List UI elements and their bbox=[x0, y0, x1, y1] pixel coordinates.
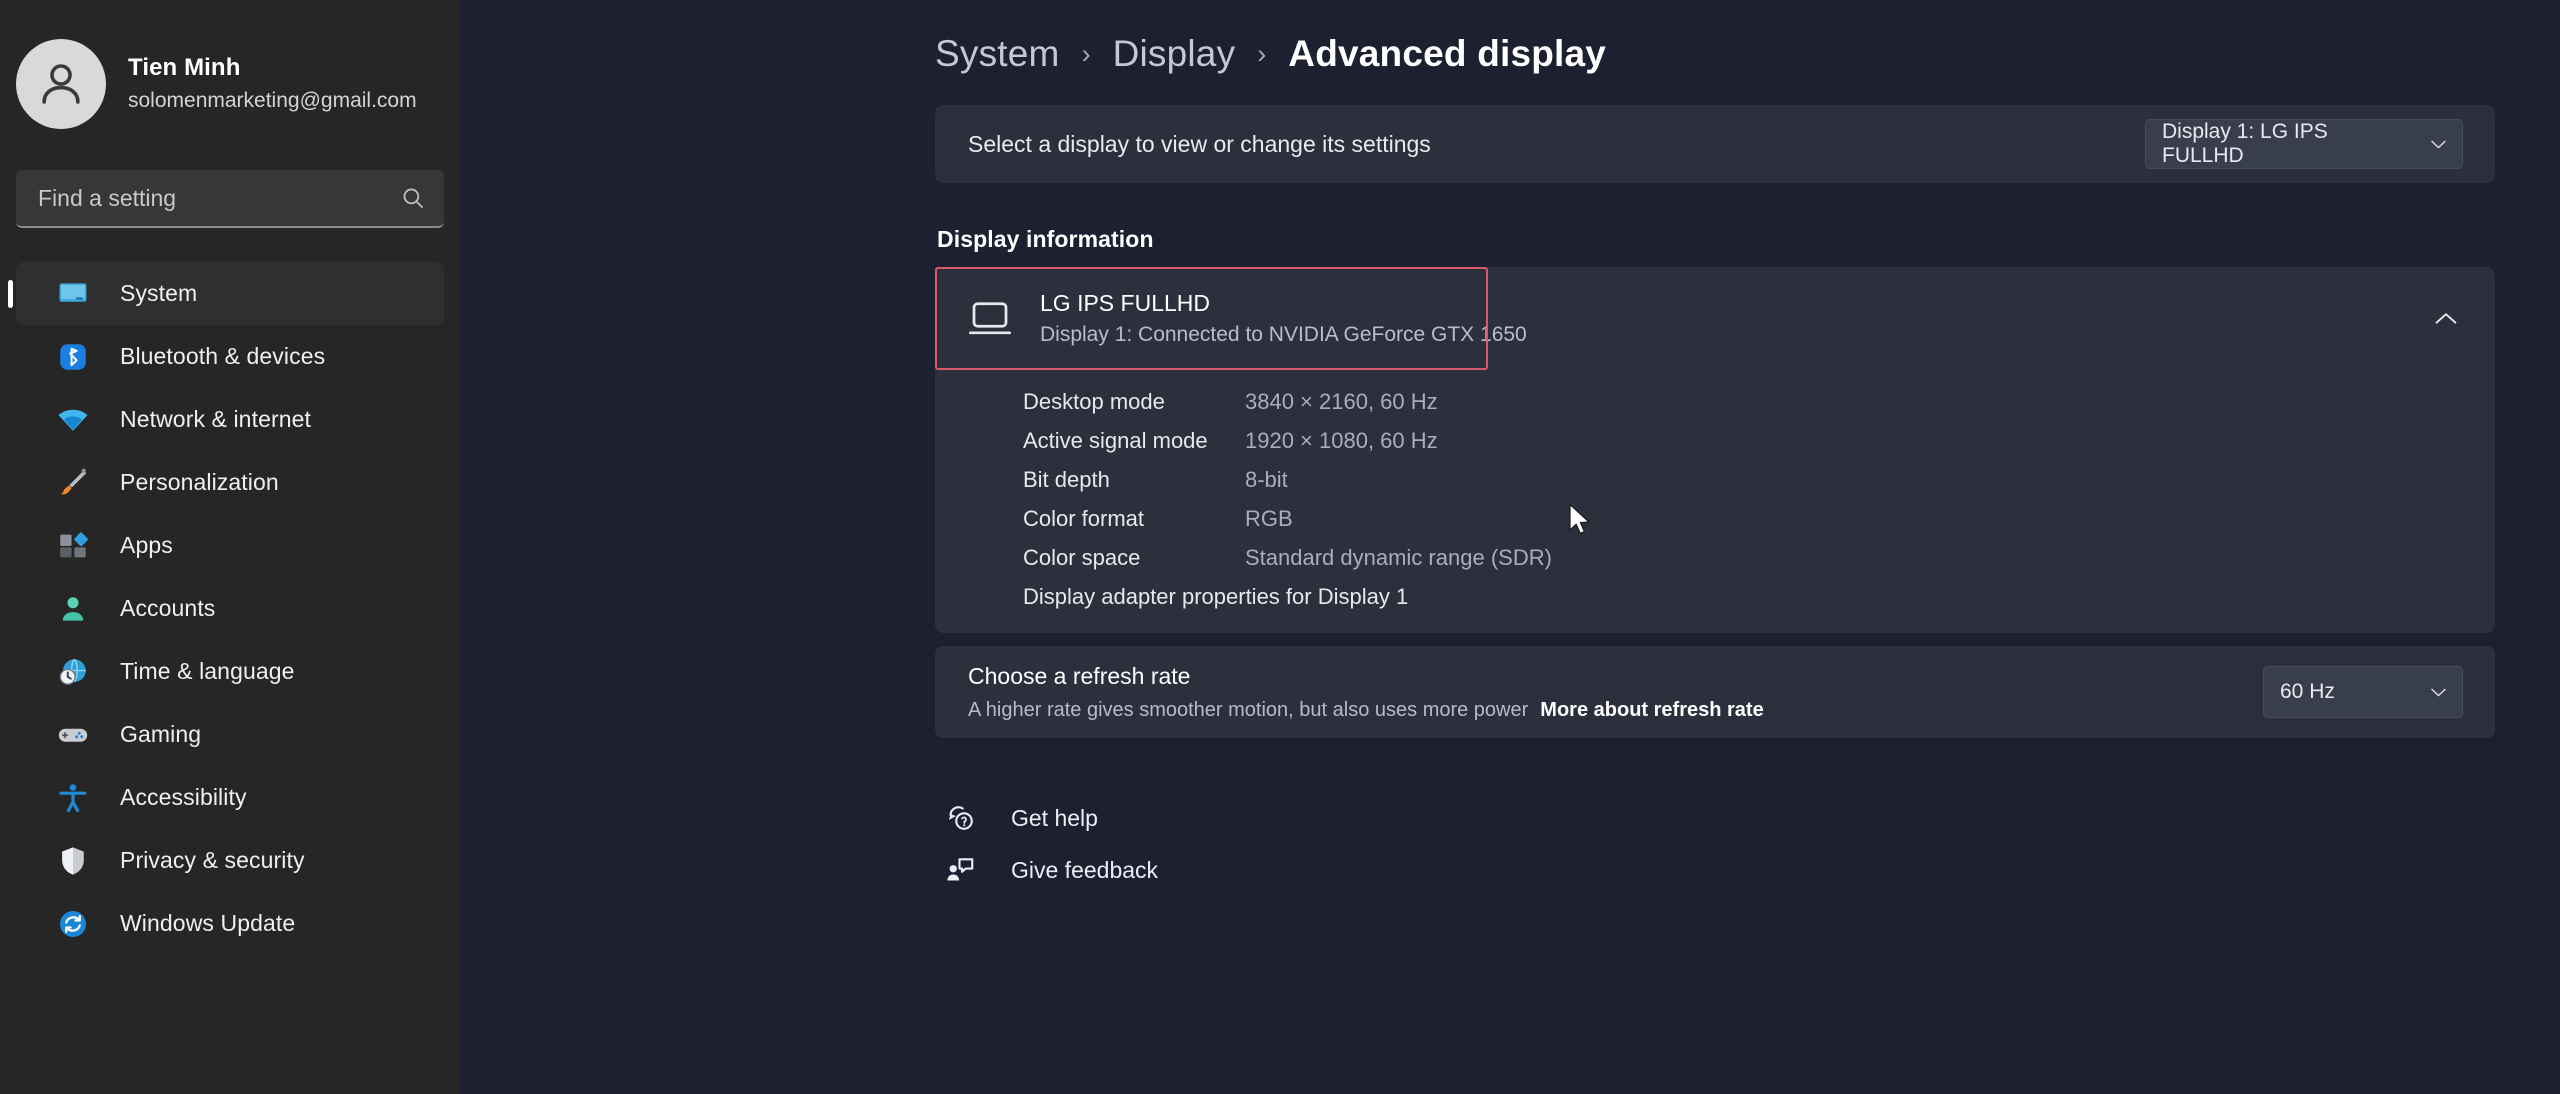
sidebar-item-label: Personalization bbox=[120, 469, 279, 495]
main-content: System › Display › Advanced display Sele… bbox=[460, 0, 2560, 1094]
help-icon bbox=[943, 803, 977, 833]
gamepad-icon bbox=[54, 718, 92, 752]
display-information-card[interactable]: LG IPS FULLHD Display 1: Connected to NV… bbox=[935, 267, 2495, 370]
detail-row: Color space Standard dynamic range (SDR) bbox=[935, 538, 2495, 577]
detail-row: Color format RGB bbox=[935, 499, 2495, 538]
detail-key: Color format bbox=[1023, 505, 1145, 531]
footer-link-label: Give feedback bbox=[1011, 856, 1159, 883]
sidebar-item-label: System bbox=[120, 280, 198, 306]
sidebar-item-privacy-security[interactable]: Privacy & security bbox=[16, 829, 444, 892]
update-icon bbox=[54, 907, 92, 941]
chevron-right-icon: › bbox=[1081, 39, 1091, 69]
breadcrumb-display[interactable]: Display bbox=[1113, 33, 1236, 75]
select-display-label: Select a display to view or change its s… bbox=[968, 130, 1431, 157]
footer-link-label: Get help bbox=[1011, 804, 1098, 831]
display-adapter-properties-link[interactable]: Display adapter properties for Display 1 bbox=[935, 577, 2495, 617]
sidebar-item-time-language[interactable]: Time & language bbox=[16, 640, 444, 703]
detail-value: Standard dynamic range (SDR) bbox=[1245, 544, 1552, 570]
detail-key: Bit depth bbox=[1023, 466, 1110, 492]
sidebar-item-gaming[interactable]: Gaming bbox=[16, 703, 444, 766]
display-name: LG IPS FULLHD bbox=[1040, 290, 1210, 316]
detail-value: 3840 × 2160, 60 Hz bbox=[1245, 388, 1438, 414]
detail-value: 1920 × 1080, 60 Hz bbox=[1245, 427, 1438, 453]
content-column: Select a display to view or change its s… bbox=[935, 105, 2495, 896]
detail-key: Desktop mode bbox=[1023, 388, 1165, 414]
display-select-dropdown[interactable]: Display 1: LG IPS FULLHD bbox=[2145, 119, 2463, 169]
sidebar-item-label: Apps bbox=[120, 532, 173, 558]
detail-row: Bit depth 8-bit bbox=[935, 460, 2495, 499]
collapse-display-info-button[interactable] bbox=[2423, 296, 2469, 342]
footer-links: Get help Give feedback bbox=[935, 792, 2495, 896]
detail-value: RGB bbox=[1245, 505, 1293, 531]
sidebar-item-label: Gaming bbox=[120, 721, 202, 747]
sidebar-item-accessibility[interactable]: Accessibility bbox=[16, 766, 444, 829]
bluetooth-icon bbox=[54, 340, 92, 374]
sidebar-item-label: Bluetooth & devices bbox=[120, 343, 326, 369]
more-about-refresh-rate-link[interactable]: More about refresh rate bbox=[1540, 699, 1763, 722]
settings-window: Tien Minh solomenmarketing@gmail.com Fin… bbox=[0, 0, 2560, 1094]
chevron-right-icon: › bbox=[1257, 39, 1267, 69]
display-connection: Display 1: Connected to NVIDIA GeForce G… bbox=[1040, 323, 1527, 346]
display-select-value: Display 1: LG IPS FULLHD bbox=[2162, 120, 2328, 167]
shield-icon bbox=[54, 844, 92, 878]
apps-icon bbox=[54, 529, 92, 563]
search-icon[interactable] bbox=[400, 185, 426, 211]
sidebar-item-label: Windows Update bbox=[120, 910, 296, 936]
monitor-icon bbox=[54, 277, 92, 311]
monitor-icon bbox=[968, 299, 1014, 339]
breadcrumb-system[interactable]: System bbox=[935, 33, 1060, 75]
refresh-rate-value: 60 Hz bbox=[2280, 680, 2335, 703]
sidebar-item-label: Accessibility bbox=[120, 784, 247, 810]
refresh-rate-dropdown[interactable]: 60 Hz bbox=[2263, 666, 2463, 718]
sidebar-item-apps[interactable]: Apps bbox=[16, 514, 444, 577]
wifi-icon bbox=[54, 403, 92, 437]
sidebar-nav: System Bluetooth & devices Network & int… bbox=[0, 262, 460, 955]
display-information-heading: Display information bbox=[937, 226, 1154, 252]
refresh-rate-title: Choose a refresh rate bbox=[968, 662, 1191, 689]
detail-value: 8-bit bbox=[1245, 466, 1288, 492]
chevron-down-icon bbox=[2431, 140, 2446, 148]
detail-row: Desktop mode 3840 × 2160, 60 Hz bbox=[935, 382, 2495, 421]
accessibility-icon bbox=[54, 781, 92, 815]
search-input[interactable] bbox=[38, 184, 400, 212]
refresh-rate-card: Choose a refresh rate A higher rate give… bbox=[935, 646, 2495, 738]
sidebar-item-windows-update[interactable]: Windows Update bbox=[16, 892, 444, 955]
paintbrush-icon bbox=[54, 466, 92, 500]
account-block[interactable]: Tien Minh solomenmarketing@gmail.com bbox=[0, 22, 460, 132]
account-name: Tien Minh bbox=[128, 54, 241, 82]
sidebar-item-accounts[interactable]: Accounts bbox=[16, 577, 444, 640]
sidebar-item-label: Network & internet bbox=[120, 406, 311, 432]
refresh-rate-description: A higher rate gives smoother motion, but… bbox=[968, 698, 1529, 721]
page-title: Advanced display bbox=[1288, 33, 1607, 74]
sidebar: Tien Minh solomenmarketing@gmail.com Fin… bbox=[0, 0, 460, 1094]
detail-key: Color space bbox=[1023, 544, 1141, 570]
sidebar-item-system[interactable]: System bbox=[16, 262, 444, 325]
avatar bbox=[16, 39, 106, 129]
select-display-card: Select a display to view or change its s… bbox=[935, 105, 2495, 183]
get-help-link[interactable]: Get help bbox=[935, 792, 2495, 844]
sidebar-item-bluetooth-devices[interactable]: Bluetooth & devices bbox=[16, 325, 444, 388]
feedback-icon bbox=[943, 855, 977, 885]
clock-globe-icon bbox=[54, 655, 92, 689]
give-feedback-link[interactable]: Give feedback bbox=[935, 844, 2495, 896]
sidebar-item-personalization[interactable]: Personalization bbox=[16, 451, 444, 514]
detail-row: Active signal mode 1920 × 1080, 60 Hz bbox=[935, 421, 2495, 460]
search-box[interactable] bbox=[16, 170, 444, 228]
breadcrumb: System › Display › Advanced display bbox=[460, 0, 2560, 75]
chevron-up-icon bbox=[2435, 313, 2457, 324]
person-icon bbox=[42, 64, 80, 104]
sidebar-item-label: Privacy & security bbox=[120, 847, 305, 873]
display-details-panel: Desktop mode 3840 × 2160, 60 Hz Active s… bbox=[935, 370, 2495, 633]
chevron-down-icon bbox=[2431, 688, 2446, 696]
sidebar-item-label: Accounts bbox=[120, 595, 216, 621]
account-icon bbox=[54, 592, 92, 626]
sidebar-item-network-internet[interactable]: Network & internet bbox=[16, 388, 444, 451]
detail-key: Active signal mode bbox=[1023, 427, 1208, 453]
account-email: solomenmarketing@gmail.com bbox=[128, 88, 417, 112]
sidebar-item-label: Time & language bbox=[120, 658, 295, 684]
